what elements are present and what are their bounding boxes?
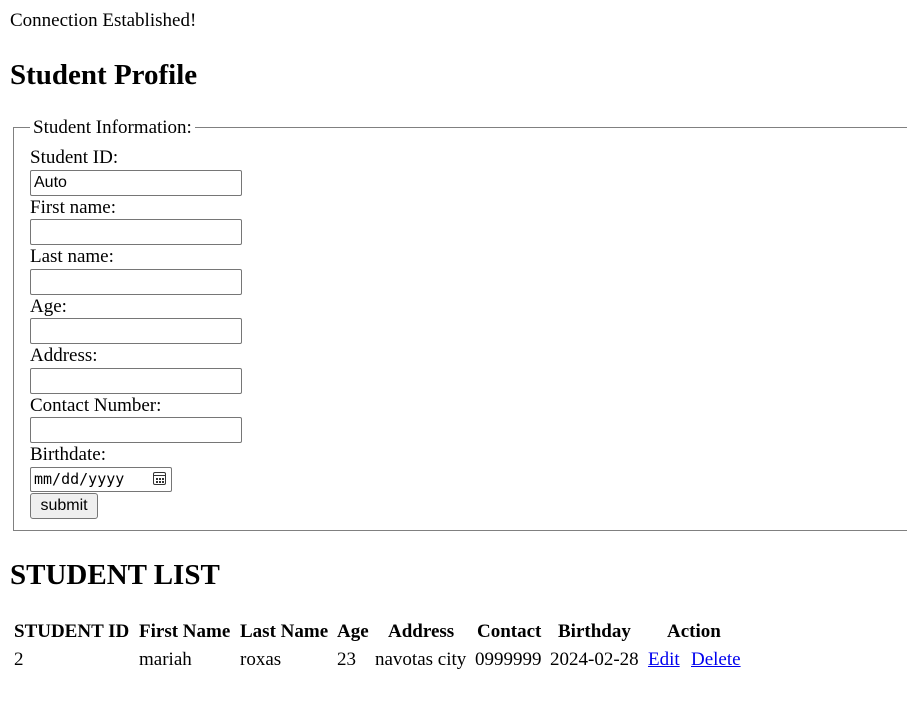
last-name-label: Last name:: [30, 246, 114, 267]
column-header-age: Age: [337, 621, 369, 642]
cell-first-name: mariah: [139, 649, 192, 670]
student-id-input[interactable]: [30, 170, 242, 196]
page-title: Student Profile: [10, 59, 198, 91]
address-input[interactable]: [30, 368, 242, 394]
cell-address: navotas city: [375, 649, 467, 670]
age-input[interactable]: [30, 318, 242, 344]
birthdate-label: Birthdate:: [30, 444, 106, 465]
cell-last-name: roxas: [240, 649, 282, 670]
last-name-input[interactable]: [30, 269, 242, 295]
column-header-contact: Contact: [477, 621, 542, 642]
column-header-birthday: Birthday: [558, 621, 631, 642]
birthdate-placeholder: mm/dd/yyyy: [34, 470, 125, 488]
cell-student-id: 2: [14, 649, 24, 670]
calendar-icon[interactable]: [153, 472, 166, 485]
age-label: Age:: [30, 296, 67, 317]
student-id-label: Student ID:: [30, 147, 119, 168]
connection-status-message: Connection Established!: [10, 10, 197, 31]
address-label: Address:: [30, 345, 98, 366]
column-header-first-name: First Name: [139, 621, 231, 642]
column-header-action: Action: [667, 621, 721, 642]
cell-age: 23: [337, 649, 356, 670]
birthdate-input[interactable]: mm/dd/yyyy: [30, 467, 172, 492]
edit-link[interactable]: Edit: [648, 649, 680, 671]
contact-number-label: Contact Number:: [30, 395, 162, 416]
contact-number-input[interactable]: [30, 417, 242, 443]
column-header-student-id: STUDENT ID: [14, 621, 130, 642]
delete-link[interactable]: Delete: [691, 649, 741, 671]
column-header-last-name: Last Name: [240, 621, 329, 642]
column-header-address: Address: [388, 621, 455, 642]
fieldset-legend: Student Information:: [30, 118, 195, 138]
cell-birthday: 2024-02-28: [550, 649, 639, 670]
submit-button[interactable]: submit: [30, 493, 98, 519]
first-name-input[interactable]: [30, 219, 242, 245]
student-list-heading: STUDENT LIST: [10, 559, 220, 591]
first-name-label: First name:: [30, 197, 117, 218]
cell-contact: 0999999: [475, 649, 542, 670]
